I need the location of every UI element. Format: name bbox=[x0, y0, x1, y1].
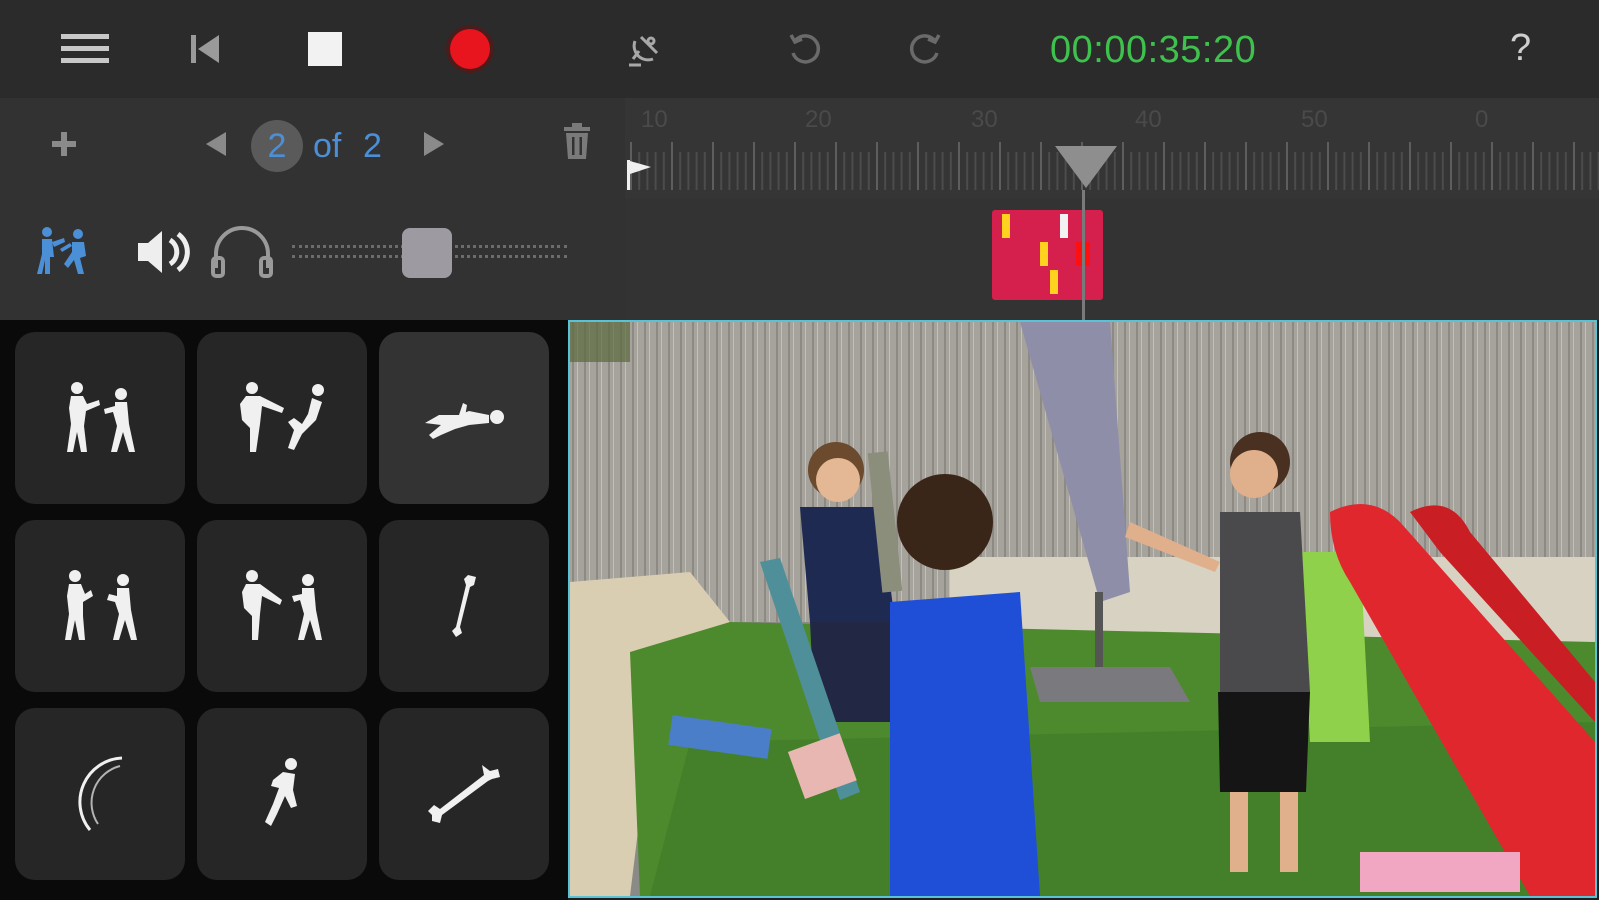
clip-marker bbox=[1060, 214, 1068, 238]
pager-total: 2 bbox=[363, 127, 382, 165]
timecode-display: 00:00:35:20 bbox=[1050, 29, 1257, 71]
help-button[interactable]: ? bbox=[1510, 24, 1531, 72]
fight-mode-icon[interactable] bbox=[34, 224, 92, 280]
bone-large-icon bbox=[428, 765, 500, 823]
control-panel: of 2 bbox=[0, 98, 625, 320]
undo-icon[interactable] bbox=[780, 22, 830, 76]
menu-icon[interactable] bbox=[55, 22, 115, 76]
effect-kick[interactable] bbox=[197, 332, 367, 504]
satellite-icon[interactable] bbox=[620, 22, 670, 76]
kid-right-face bbox=[1230, 450, 1278, 498]
speaker-icon[interactable] bbox=[134, 226, 190, 278]
effect-punch[interactable] bbox=[15, 332, 185, 504]
video-frame bbox=[570, 322, 1595, 896]
boxing-pair-icon bbox=[65, 570, 137, 640]
effect-boxing[interactable] bbox=[15, 520, 185, 692]
timeline-clip[interactable] bbox=[992, 210, 1103, 300]
stop-icon[interactable] bbox=[300, 22, 350, 76]
clip-pager: of 2 bbox=[0, 98, 625, 198]
playhead-line bbox=[1082, 190, 1085, 320]
prev-icon[interactable] bbox=[200, 128, 230, 160]
falling-man-icon bbox=[265, 758, 297, 826]
trash-icon[interactable] bbox=[560, 122, 594, 162]
flag-icon[interactable] bbox=[625, 158, 655, 192]
kick-fight-icon bbox=[240, 382, 324, 452]
pink-basket bbox=[1360, 852, 1520, 892]
effect-bone-small[interactable] bbox=[379, 520, 549, 692]
tree-leaves bbox=[570, 322, 630, 362]
knockdown-icon bbox=[425, 403, 504, 439]
clip-marker bbox=[1050, 270, 1058, 294]
swoosh-icon bbox=[78, 756, 123, 831]
record-icon[interactable] bbox=[440, 22, 500, 76]
bone-small-icon bbox=[452, 575, 476, 637]
volume-knob[interactable] bbox=[402, 228, 452, 278]
kid-front-head bbox=[897, 474, 993, 570]
timeline-track[interactable] bbox=[625, 198, 1599, 320]
effect-bone-large[interactable] bbox=[379, 708, 549, 880]
clip-marker bbox=[1040, 242, 1048, 266]
effect-swoosh[interactable] bbox=[15, 708, 185, 880]
skip-back-icon[interactable] bbox=[180, 22, 230, 76]
top-toolbar: 00:00:35:20 ? bbox=[0, 0, 1599, 98]
redo-icon[interactable] bbox=[900, 22, 950, 76]
clip-marker bbox=[1002, 214, 1010, 238]
timeline[interactable]: 10 20 30 40 50 0 bbox=[625, 98, 1599, 320]
video-preview[interactable] bbox=[568, 320, 1597, 898]
playhead-icon[interactable] bbox=[1053, 144, 1119, 190]
kid-right-leg bbox=[1280, 792, 1298, 872]
audio-controls bbox=[0, 198, 625, 320]
timeline-ruler: 10 20 30 40 50 0 bbox=[625, 98, 1599, 198]
effect-kick-pair[interactable] bbox=[197, 520, 367, 692]
kid-right-shirt bbox=[1220, 512, 1310, 692]
kid-right-shorts bbox=[1218, 692, 1310, 792]
headphones-icon[interactable] bbox=[210, 224, 274, 280]
pager-of-label: of bbox=[313, 127, 342, 165]
effect-knockdown[interactable] bbox=[379, 332, 549, 504]
kid-front-shirt bbox=[890, 592, 1040, 896]
kid-right-leg bbox=[1230, 792, 1248, 872]
pager-current[interactable]: 2 bbox=[251, 120, 303, 172]
effect-falling[interactable] bbox=[197, 708, 367, 880]
punch-fight-icon bbox=[67, 382, 135, 452]
kick-pair-icon bbox=[242, 570, 322, 640]
kid-left-face bbox=[816, 458, 860, 502]
volume-slider[interactable] bbox=[292, 228, 567, 278]
umbrella-base bbox=[1030, 667, 1190, 702]
add-icon[interactable] bbox=[48, 128, 80, 160]
next-icon[interactable] bbox=[420, 128, 450, 160]
effects-grid bbox=[0, 320, 568, 900]
